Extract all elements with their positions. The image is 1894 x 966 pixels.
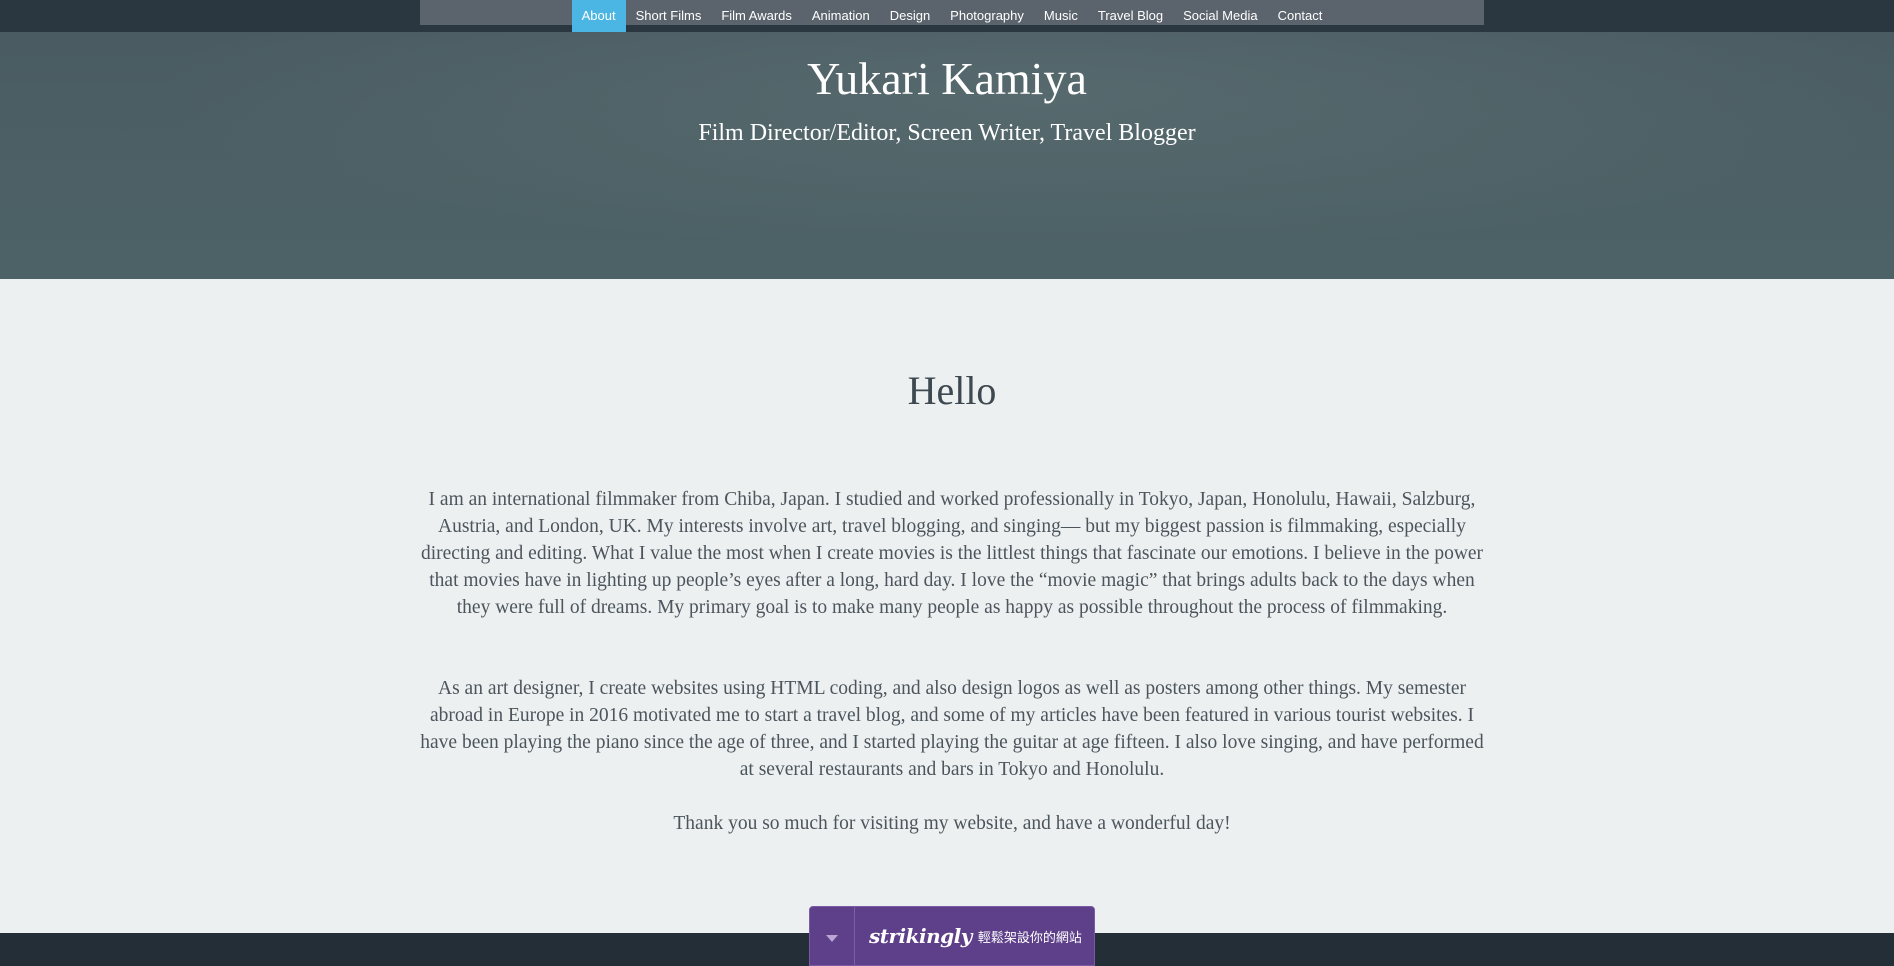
intro-paragraph: I am an international filmmaker from Chi… — [420, 489, 1484, 618]
page: About Short Films Film Awards Animation … — [0, 0, 1894, 966]
badge-toggle-button[interactable] — [810, 907, 855, 965]
nav-item-social-media[interactable]: Social Media — [1173, 0, 1267, 32]
nav-item-photography[interactable]: Photography — [940, 0, 1034, 32]
chevron-down-icon — [826, 934, 838, 942]
nav-item-animation[interactable]: Animation — [802, 0, 880, 32]
nav-item-music[interactable]: Music — [1034, 0, 1088, 32]
badge-tagline[interactable]: 輕鬆架設你的網站 — [978, 927, 1082, 946]
strikingly-badge[interactable]: strikingly 輕鬆架設你的網站 — [809, 906, 1095, 966]
nav-item-travel-blog[interactable]: Travel Blog — [1088, 0, 1173, 32]
hero-banner: Yukari Kamiya Film Director/Editor, Scre… — [0, 32, 1894, 279]
nav-item-film-awards[interactable]: Film Awards — [711, 0, 802, 32]
thanks-paragraph: Thank you so much for visiting my websit… — [673, 813, 1231, 834]
nav-item-design[interactable]: Design — [880, 0, 940, 32]
section-heading: Hello — [907, 368, 997, 413]
design-paragraph: As an art designer, I create websites us… — [420, 678, 1484, 780]
site-title: Yukari Kamiya — [807, 53, 1087, 104]
top-bar: About Short Films Film Awards Animation … — [0, 0, 1894, 32]
nav-item-short-films[interactable]: Short Films — [626, 0, 712, 32]
site-subtitle: Film Director/Editor, Screen Writer, Tra… — [698, 120, 1196, 146]
nav-item-about[interactable]: About — [571, 0, 626, 32]
strikingly-logo[interactable]: strikingly — [869, 924, 972, 948]
nav-item-contact[interactable]: Contact — [1268, 0, 1333, 32]
main-nav: About Short Films Film Awards Animation … — [420, 0, 1484, 32]
